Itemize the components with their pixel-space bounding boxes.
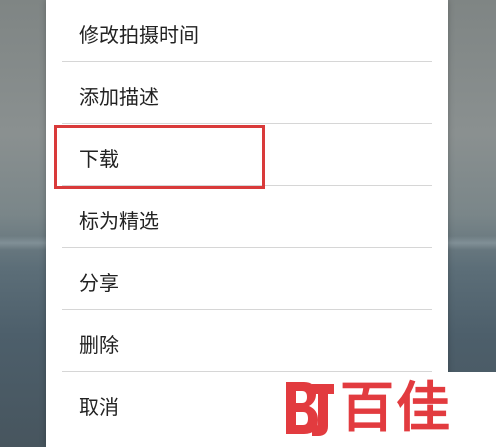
menu-item-label: 删除 — [79, 333, 119, 357]
watermark: 百佳 — [276, 372, 496, 447]
menu-item-share[interactable]: 分享 — [46, 248, 448, 310]
menu-item-download[interactable]: 下载 — [46, 124, 448, 186]
menu-item-delete[interactable]: 删除 — [46, 310, 448, 372]
menu-item-label: 标为精选 — [79, 209, 159, 233]
watermark-text: 百佳 — [340, 376, 452, 439]
menu-item-mark-featured[interactable]: 标为精选 — [46, 186, 448, 248]
menu-item-label: 添加描述 — [79, 85, 159, 109]
watermark-logo-icon — [286, 382, 334, 436]
menu-item-label: 取消 — [79, 395, 119, 419]
menu-item-edit-capture-time[interactable]: 修改拍摄时间 — [46, 0, 448, 62]
menu-item-label: 修改拍摄时间 — [79, 23, 199, 47]
menu-item-label: 下载 — [79, 147, 119, 171]
menu-item-add-description[interactable]: 添加描述 — [46, 62, 448, 124]
menu-item-label: 分享 — [79, 271, 119, 295]
